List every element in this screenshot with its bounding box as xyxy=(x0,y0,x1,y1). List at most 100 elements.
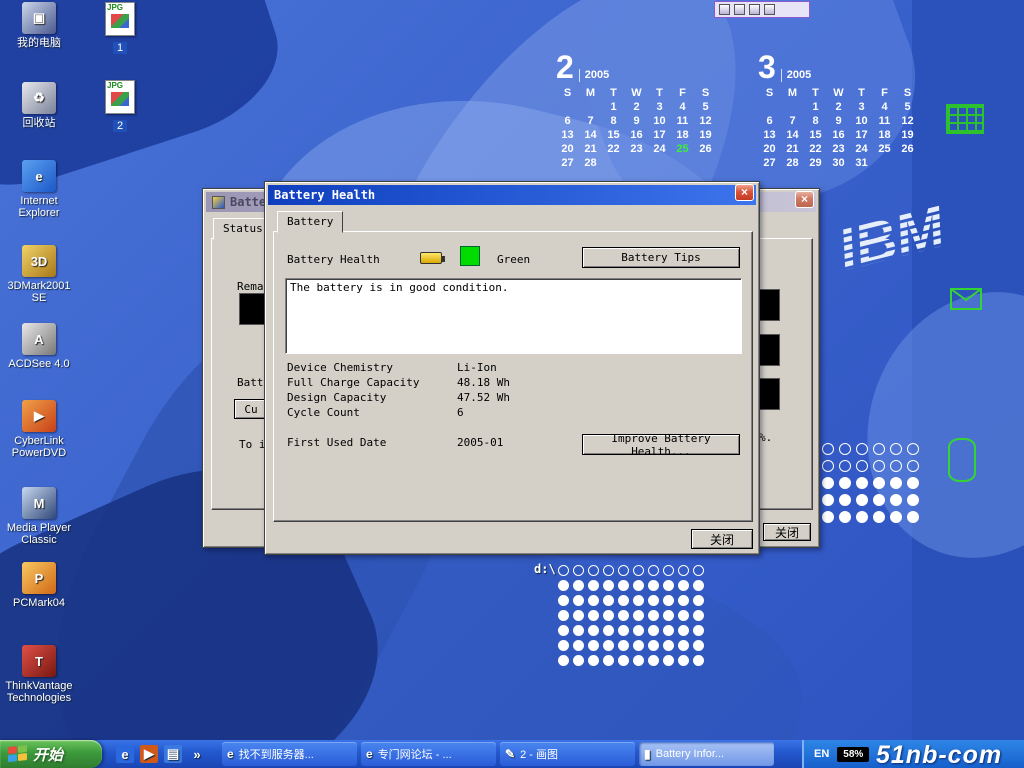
desktop-icon-my-computer[interactable]: ▣我的电脑 xyxy=(2,2,76,49)
quick-launch-media-player[interactable]: ▶ xyxy=(140,745,158,763)
taskbar-task-paint-task[interactable]: ✎2 - 画图 xyxy=(500,742,635,766)
wallpaper-dot xyxy=(588,610,599,621)
calendar-day-header: T xyxy=(648,86,671,100)
language-indicator-icon[interactable] xyxy=(719,4,730,15)
desktop-icon-pcmark04[interactable]: PPCMark04 xyxy=(2,562,76,609)
calendar-day: 26 xyxy=(694,142,717,156)
wallpaper-dot xyxy=(558,580,569,591)
close-button[interactable]: 关闭 xyxy=(691,529,753,549)
quick-launch-more-chevron[interactable]: » xyxy=(188,745,206,763)
condition-textbox[interactable]: The battery is in good condition. xyxy=(285,278,742,354)
calendar-day-header: S xyxy=(896,86,919,100)
calendar-day xyxy=(625,156,648,170)
wallpaper-dot xyxy=(822,511,834,523)
desktop-icon-recycle-bin[interactable]: ♻回收站 xyxy=(2,82,76,129)
calendar-year: 2005 xyxy=(579,69,609,82)
calendar-day: 7 xyxy=(781,114,804,128)
wallpaper-calendar-february: 22005SMTWTFS1234567891011121314151617181… xyxy=(556,52,720,170)
svg-text:IBM: IBM xyxy=(832,194,953,283)
desktop-icon-label: Internet Explorer xyxy=(2,195,76,219)
improve-battery-health-button[interactable]: Improve Battery Health... xyxy=(582,434,740,455)
battery-tray-icon[interactable]: 58% xyxy=(837,747,869,762)
wallpaper-dot xyxy=(633,625,644,636)
calendar-day: 29 xyxy=(804,156,827,170)
wallpaper-dot xyxy=(633,595,644,606)
start-button[interactable]: 开始 xyxy=(0,740,102,768)
wallpaper-dot xyxy=(839,494,851,506)
detail-field-row: Design Capacity47.52 Wh xyxy=(287,391,510,406)
wallpaper-dot xyxy=(907,477,919,489)
calendar-day: 5 xyxy=(694,100,717,114)
wallpaper-dot xyxy=(693,610,704,621)
wallpaper-dot xyxy=(573,625,584,636)
icon-glyph: A xyxy=(34,332,43,347)
close-button[interactable]: 关闭 xyxy=(763,523,811,541)
desktop-icon-cyberlink-powerdvd[interactable]: ▶CyberLink PowerDVD xyxy=(2,400,76,459)
desktop-icon-3dmark2001-se[interactable]: 3D3DMark2001 SE xyxy=(2,245,76,304)
desktop-icon-internet-explorer[interactable]: eInternet Explorer xyxy=(2,160,76,219)
pen-icon[interactable] xyxy=(749,4,760,15)
icon-glyph: ♻ xyxy=(33,90,45,106)
taskbar-task-ie-task-1[interactable]: e找不到服务器... xyxy=(222,742,357,766)
wallpaper-dot xyxy=(663,625,674,636)
wallpaper-dot xyxy=(890,494,902,506)
drive-label: d:\ xyxy=(534,562,556,576)
keyboard-icon[interactable] xyxy=(764,4,775,15)
wallpaper-dot xyxy=(907,460,919,472)
wallpaper-dot xyxy=(558,655,569,666)
calendar-day-header: S xyxy=(758,86,781,100)
calendar-day: 25 xyxy=(671,142,694,156)
wallpaper-dot xyxy=(907,494,919,506)
wallpaper-dot xyxy=(693,595,704,606)
wallpaper-dot xyxy=(603,595,614,606)
wallpaper-dot xyxy=(573,565,584,576)
taskbar-task-ie-task-2[interactable]: e专门网论坛 - ... xyxy=(361,742,496,766)
sound-icon[interactable] xyxy=(734,4,745,15)
wallpaper-dot xyxy=(678,580,689,591)
quick-launch-internet-explorer[interactable]: e xyxy=(116,745,134,763)
wallpaper-dot xyxy=(663,595,674,606)
file-icon-1[interactable]: JPG1 xyxy=(96,2,144,56)
close-icon[interactable]: × xyxy=(795,191,814,208)
desktop-icon-label: 我的电脑 xyxy=(2,37,76,49)
taskbar: 开始 e ▶ ▤ » e找不到服务器...e专门网论坛 - ...✎2 - 画图▮Ba… xyxy=(0,740,1024,768)
wallpaper-dot xyxy=(678,610,689,621)
calendar-month-number: 2 xyxy=(556,52,574,82)
language-bar[interactable] xyxy=(714,1,810,18)
calendar-day: 14 xyxy=(579,128,602,142)
detail-field-row: Full Charge Capacity48.18 Wh xyxy=(287,376,510,391)
desktop-icon-acdsee[interactable]: AACDSee 4.0 xyxy=(2,323,76,370)
calendar-day xyxy=(896,156,919,170)
desktop-icon-media-player-classic[interactable]: MMedia Player Classic xyxy=(2,487,76,546)
wallpaper-dot xyxy=(822,460,834,472)
windows-flag-icon xyxy=(8,745,28,763)
calendar-day xyxy=(873,156,896,170)
wallpaper-dot xyxy=(633,610,644,621)
calendar-day: 12 xyxy=(694,114,717,128)
current-button[interactable]: Cu xyxy=(234,399,268,419)
taskbar-task-battery-info-task[interactable]: ▮Battery Infor... xyxy=(639,742,774,766)
wallpaper-dot xyxy=(573,580,584,591)
field-label: Full Charge Capacity xyxy=(287,376,457,391)
language-indicator[interactable]: EN xyxy=(814,748,829,760)
wallpaper-dot xyxy=(856,460,868,472)
wallpaper-dot xyxy=(603,610,614,621)
icon-glyph: P xyxy=(35,571,44,586)
file-icon-2[interactable]: JPG2 xyxy=(96,80,144,134)
tab-battery[interactable]: Battery xyxy=(277,211,343,233)
quick-launch-show-desktop[interactable]: ▤ xyxy=(164,745,182,763)
wallpaper-dot xyxy=(663,655,674,666)
battery-tips-button[interactable]: Battery Tips xyxy=(582,247,740,268)
wallpaper-dot xyxy=(822,443,834,455)
wallpaper-dot xyxy=(618,595,629,606)
calendar-day: 27 xyxy=(758,156,781,170)
close-icon[interactable]: × xyxy=(735,184,754,201)
calendar-day-header: W xyxy=(625,86,648,100)
desktop-icon-label: CyberLink PowerDVD xyxy=(2,435,76,459)
dialog-titlebar[interactable]: Battery Health xyxy=(268,185,756,205)
dialog-title: Battery Health xyxy=(274,185,375,205)
desktop-icon-thinkvantage[interactable]: TThinkVantage Technologies xyxy=(2,645,76,704)
file-type-tag: JPG xyxy=(107,81,123,90)
calendar-day: 3 xyxy=(850,100,873,114)
ibm-logo: IBM xyxy=(825,162,1007,307)
